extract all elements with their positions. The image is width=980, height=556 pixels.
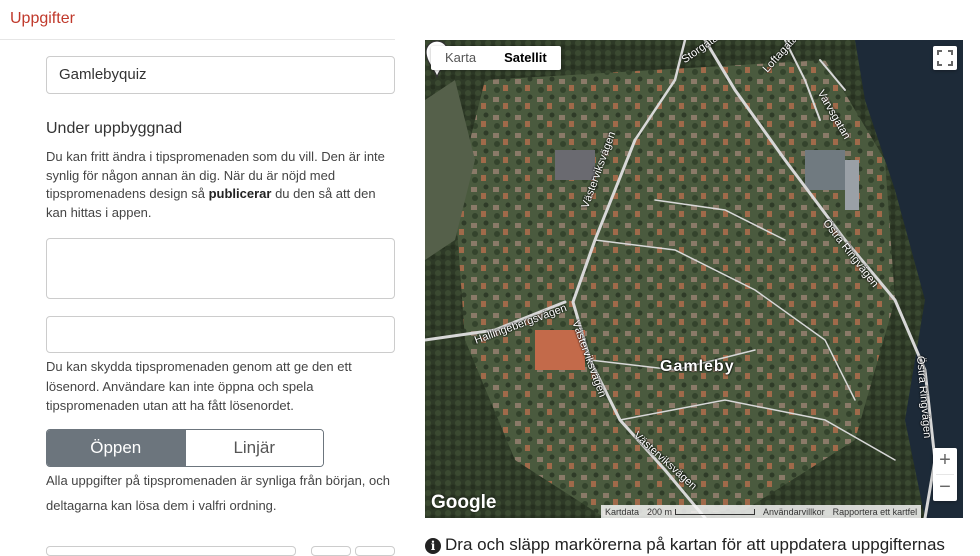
publish-emphasis: publicerar <box>208 186 272 201</box>
zoom-in-button[interactable]: + <box>933 448 957 474</box>
map-type-karta[interactable]: Karta <box>431 46 490 70</box>
mode-linear-button[interactable]: Linjär <box>184 430 323 466</box>
map-data-link[interactable]: Kartdata <box>601 507 643 517</box>
map-info: i Dra och släpp markörerna på kartan för … <box>425 535 945 555</box>
mode-help: Alla uppgifter på tipspromenaden är synl… <box>46 473 390 513</box>
zoom-control: + − <box>933 448 957 501</box>
next-button[interactable] <box>311 546 351 556</box>
status-description: Du kan fritt ändra i tipspromenaden som … <box>46 149 385 220</box>
page-title: Uppgifter <box>10 10 75 27</box>
zoom-out-button[interactable]: − <box>933 475 957 501</box>
mode-open-button[interactable]: Öppen <box>47 430 185 466</box>
satellite-imagery <box>425 40 963 518</box>
fullscreen-button[interactable] <box>933 46 957 70</box>
map-attribution: Kartdata 200 m Användarvillkor Rapporter… <box>601 505 922 518</box>
map-type-control: Karta Satellit <box>431 46 561 70</box>
next-button-2[interactable] <box>355 546 395 556</box>
quiz-name-input[interactable]: Gamlebyquiz <box>46 56 395 94</box>
password-input[interactable] <box>46 316 395 353</box>
mode-toggle: Öppen Linjär <box>46 429 324 467</box>
description-textarea[interactable] <box>46 238 395 299</box>
report-error-link[interactable]: Rapportera ett kartfel <box>829 507 922 517</box>
password-help: Du kan skydda tipspromenaden genom att g… <box>46 359 352 413</box>
next-field[interactable] <box>46 546 296 556</box>
google-logo: Google <box>431 492 497 513</box>
map-type-satellit[interactable]: Satellit <box>490 46 561 70</box>
map[interactable]: Storgatan Loftagatan Varvsgatan Västervi… <box>425 40 963 518</box>
terms-link[interactable]: Användarvillkor <box>759 507 829 517</box>
status-title: Under uppbyggnad <box>46 120 183 137</box>
map-scale[interactable]: 200 m <box>643 507 759 517</box>
town-label: Gamleby <box>660 358 735 375</box>
header: Uppgifter <box>0 0 395 40</box>
fullscreen-icon <box>937 50 953 66</box>
info-icon: i <box>425 538 441 554</box>
